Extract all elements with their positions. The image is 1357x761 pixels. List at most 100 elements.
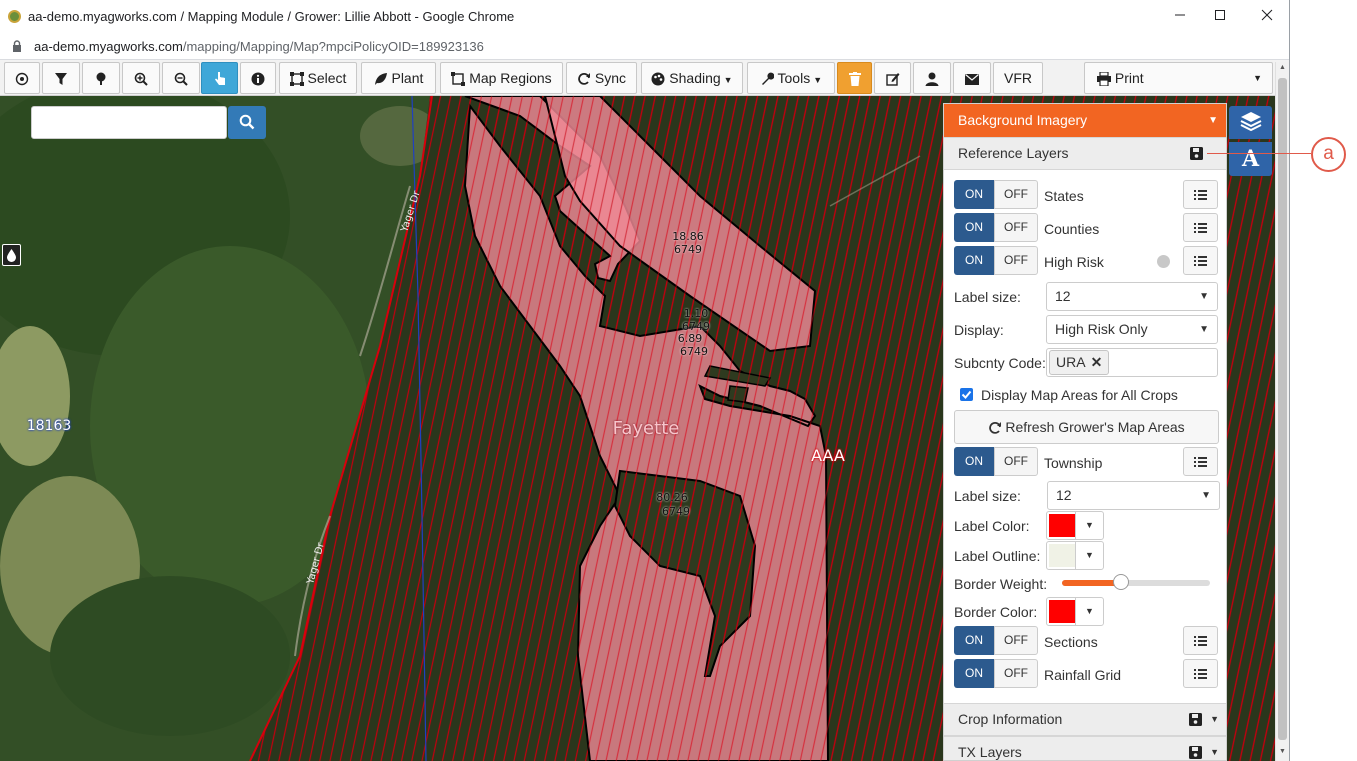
status-dot-icon	[1157, 255, 1170, 268]
label-color-label: Label Color:	[954, 518, 1030, 534]
minimize-icon	[1175, 14, 1185, 16]
drop-marker-button[interactable]	[2, 244, 21, 266]
toggle-off[interactable]: OFF	[994, 180, 1038, 209]
toggle-off[interactable]: OFF	[994, 447, 1038, 476]
toggle-on[interactable]: ON	[954, 180, 994, 209]
tx-layers-header[interactable]: TX Layers ▼	[944, 736, 1226, 760]
toggle-off[interactable]: OFF	[994, 659, 1038, 688]
info-icon	[251, 72, 265, 86]
toggle-on[interactable]: ON	[954, 447, 994, 476]
map-search-input[interactable]	[31, 106, 227, 139]
zoom-out-icon	[174, 72, 188, 87]
maximize-button[interactable]	[1200, 4, 1240, 29]
tools-dropdown[interactable]: Tools ▼	[747, 62, 835, 94]
scroll-up-icon[interactable]: ▲	[1279, 64, 1286, 71]
chevron-down-icon: ▼	[1208, 115, 1218, 126]
page-scrollbar[interactable]: ▲ ▼	[1275, 62, 1289, 761]
toggle-on[interactable]: ON	[954, 246, 994, 275]
rainfall-grid-options-button[interactable]	[1183, 659, 1218, 688]
border-color-picker[interactable]: ▼	[1046, 597, 1104, 626]
township-options-button[interactable]	[1183, 447, 1218, 476]
toggle-off[interactable]: OFF	[994, 626, 1038, 655]
scrollbar-thumb[interactable]	[1278, 78, 1287, 740]
callout-line	[1207, 153, 1311, 154]
edit-icon	[885, 73, 899, 86]
print-dropdown[interactable]: Print ▼	[1084, 62, 1273, 94]
label-color-picker[interactable]: ▼	[1046, 511, 1104, 540]
toggle-on[interactable]: ON	[954, 626, 994, 655]
border-weight-slider[interactable]	[1062, 574, 1210, 590]
info-button[interactable]	[240, 62, 276, 94]
township-toggle[interactable]: ON OFF	[954, 447, 1039, 476]
print-label: Print	[1114, 70, 1144, 86]
sync-button[interactable]: Sync	[566, 62, 637, 94]
background-imagery-header[interactable]: Background Imagery ▼	[944, 104, 1226, 137]
display-all-crops-checkbox[interactable]	[960, 388, 973, 401]
label-outline-picker[interactable]: ▼	[1046, 541, 1104, 570]
tree-button[interactable]	[82, 62, 120, 94]
toggle-off[interactable]: OFF	[994, 246, 1038, 275]
toggle-off[interactable]: OFF	[994, 213, 1038, 242]
display-select[interactable]: High Risk Only ▼	[1046, 315, 1218, 344]
zoom-out-button[interactable]	[162, 62, 200, 94]
counties-options-button[interactable]	[1183, 213, 1218, 242]
trash-icon	[848, 72, 861, 87]
tools-label: Tools	[777, 70, 811, 86]
rainfall-grid-toggle[interactable]: ON OFF	[954, 659, 1039, 688]
minimize-button[interactable]	[1160, 4, 1200, 29]
subcnty-tag: URA ✕	[1049, 350, 1110, 375]
select-button[interactable]: Select	[279, 62, 357, 94]
map-search-button[interactable]	[228, 106, 266, 139]
vfr-button[interactable]: VFR	[993, 62, 1043, 94]
labels-button[interactable]: A	[1229, 142, 1272, 176]
plant-button[interactable]: Plant	[361, 62, 436, 94]
save-icon[interactable]	[1189, 713, 1202, 726]
label-size-select[interactable]: 12 ▼	[1046, 282, 1218, 311]
high-risk-options-button[interactable]	[1183, 246, 1218, 275]
states-options-button[interactable]	[1183, 180, 1218, 209]
high-risk-toggle[interactable]: ON OFF	[954, 246, 1039, 275]
url-text[interactable]: aa-demo.myagworks.com/mapping/Mapping/Ma…	[34, 39, 484, 54]
crop-information-header[interactable]: Crop Information ▼	[944, 703, 1226, 736]
save-icon[interactable]	[1189, 746, 1202, 759]
locate-button[interactable]	[4, 62, 40, 94]
reference-layers-header[interactable]: Reference Layers	[944, 137, 1226, 170]
slider-handle[interactable]	[1113, 574, 1130, 590]
email-button[interactable]	[953, 62, 991, 94]
address-bar[interactable]: aa-demo.myagworks.com/mapping/Mapping/Ma…	[0, 33, 1289, 60]
delete-button[interactable]	[837, 62, 872, 94]
shading-dropdown[interactable]: Shading ▼	[641, 62, 743, 94]
high-risk-label: High Risk	[1044, 254, 1104, 270]
zoom-in-button[interactable]	[122, 62, 160, 94]
pan-hand-button[interactable]	[201, 62, 238, 94]
map-regions-button[interactable]: Map Regions	[440, 62, 563, 94]
field-label-acres: 6.89	[677, 332, 703, 345]
toggle-on[interactable]: ON	[954, 213, 994, 242]
plant-label: Plant	[391, 70, 424, 86]
edit-button[interactable]	[874, 62, 911, 94]
envelope-icon	[965, 73, 979, 85]
hand-pointer-icon	[214, 72, 225, 86]
save-icon[interactable]	[1190, 147, 1203, 160]
counties-toggle[interactable]: ON OFF	[954, 213, 1039, 242]
township-label-size-select[interactable]: 12 ▼	[1047, 481, 1220, 510]
close-window-button[interactable]	[1247, 4, 1287, 29]
chevron-down-icon: ▼	[1199, 291, 1209, 302]
states-toggle[interactable]: ON OFF	[954, 180, 1039, 209]
toggle-on[interactable]: ON	[954, 659, 994, 688]
refresh-map-areas-button[interactable]: Refresh Grower's Map Areas	[954, 410, 1219, 444]
user-button[interactable]	[913, 62, 951, 94]
chevron-down-icon: ▼	[1199, 324, 1209, 335]
layers-icon	[1240, 112, 1262, 132]
township-label: Township	[1044, 455, 1103, 471]
font-a-icon: A	[1241, 146, 1260, 172]
sections-options-button[interactable]	[1183, 626, 1218, 655]
filter-button[interactable]	[42, 62, 80, 94]
scroll-down-icon[interactable]: ▼	[1279, 748, 1286, 755]
map-regions-icon	[451, 72, 466, 87]
layers-button[interactable]	[1229, 106, 1272, 139]
subcnty-code-input[interactable]: URA ✕	[1046, 348, 1218, 377]
sections-toggle[interactable]: ON OFF	[954, 626, 1039, 655]
display-all-crops-label: Display Map Areas for All Crops	[981, 387, 1178, 403]
remove-tag-icon[interactable]: ✕	[1091, 354, 1103, 370]
